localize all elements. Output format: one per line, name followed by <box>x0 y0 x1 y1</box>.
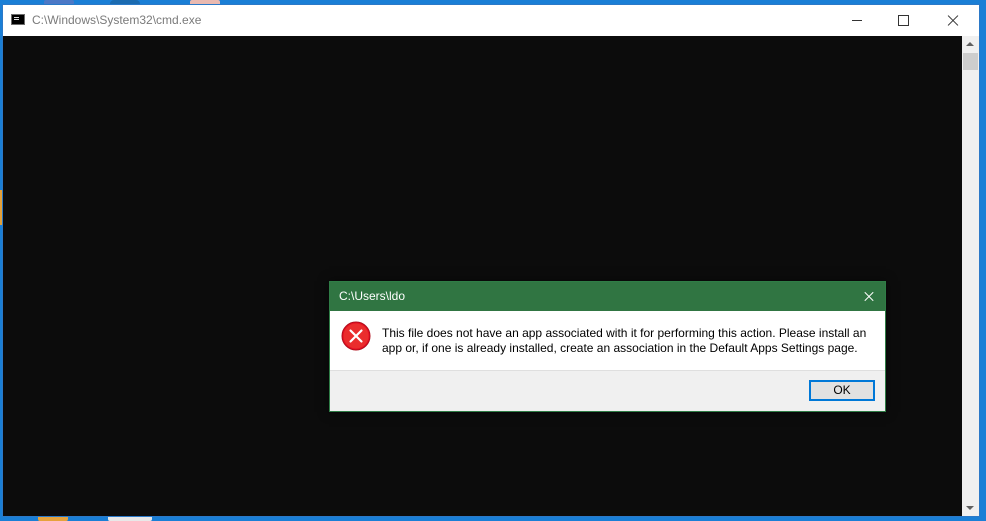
dialog-title: C:\Users\ldo <box>339 289 406 303</box>
minimize-button[interactable] <box>835 5 881 36</box>
maximize-button[interactable] <box>881 5 927 36</box>
console-window: C:\Windows\System32\cmd.exe <box>2 4 980 517</box>
close-button[interactable] <box>927 5 979 36</box>
scroll-down-arrow-icon[interactable] <box>966 506 974 510</box>
console-titlebar[interactable]: C:\Windows\System32\cmd.exe <box>3 5 979 36</box>
error-icon <box>341 321 371 351</box>
dialog-titlebar[interactable]: C:\Users\ldo <box>330 282 885 311</box>
dialog-message: This file does not have an app associate… <box>382 326 867 355</box>
dialog-footer: OK <box>330 370 885 411</box>
scroll-up-arrow-icon[interactable] <box>966 42 974 46</box>
error-dialog: C:\Users\ldo This file does not have an … <box>329 281 886 412</box>
console-app-icon[interactable] <box>11 14 25 25</box>
dialog-close-button[interactable] <box>855 282 883 311</box>
ok-button[interactable]: OK <box>809 380 875 401</box>
vertical-scrollbar[interactable] <box>962 36 979 516</box>
window-title: C:\Windows\System32\cmd.exe <box>32 13 202 27</box>
scroll-thumb[interactable] <box>963 53 978 70</box>
console-output[interactable] <box>3 36 962 516</box>
